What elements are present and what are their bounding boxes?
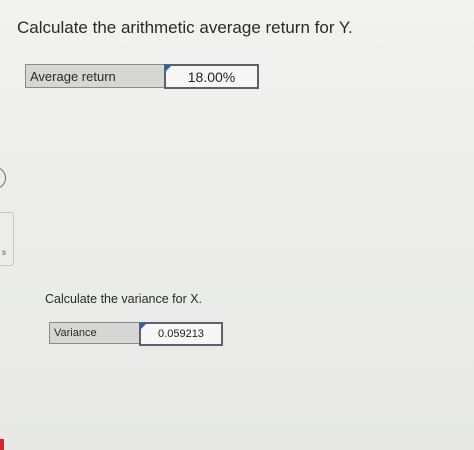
partial-radio-icon[interactable] [0,167,6,189]
average-return-label: Average return [25,64,165,88]
variance-input[interactable]: 0.059213 [139,322,223,346]
side-nav-tab[interactable] [0,212,14,266]
variance-value: 0.059213 [158,328,204,340]
average-return-value: 18.00% [187,68,236,85]
question-average-return-text: Calculate the arithmetic average return … [17,18,353,37]
red-marker [0,439,4,450]
side-nav-label: s [2,248,6,257]
question-variance-text: Calculate the variance for X. [45,292,203,306]
average-return-row: Average return 18.00% [25,64,259,89]
answer-flag-icon [165,65,172,72]
variance-label: Variance [49,322,140,344]
variance-row: Variance 0.059213 [49,322,223,346]
average-return-input[interactable]: 18.00% [164,64,259,89]
answer-flag-icon [140,323,147,330]
